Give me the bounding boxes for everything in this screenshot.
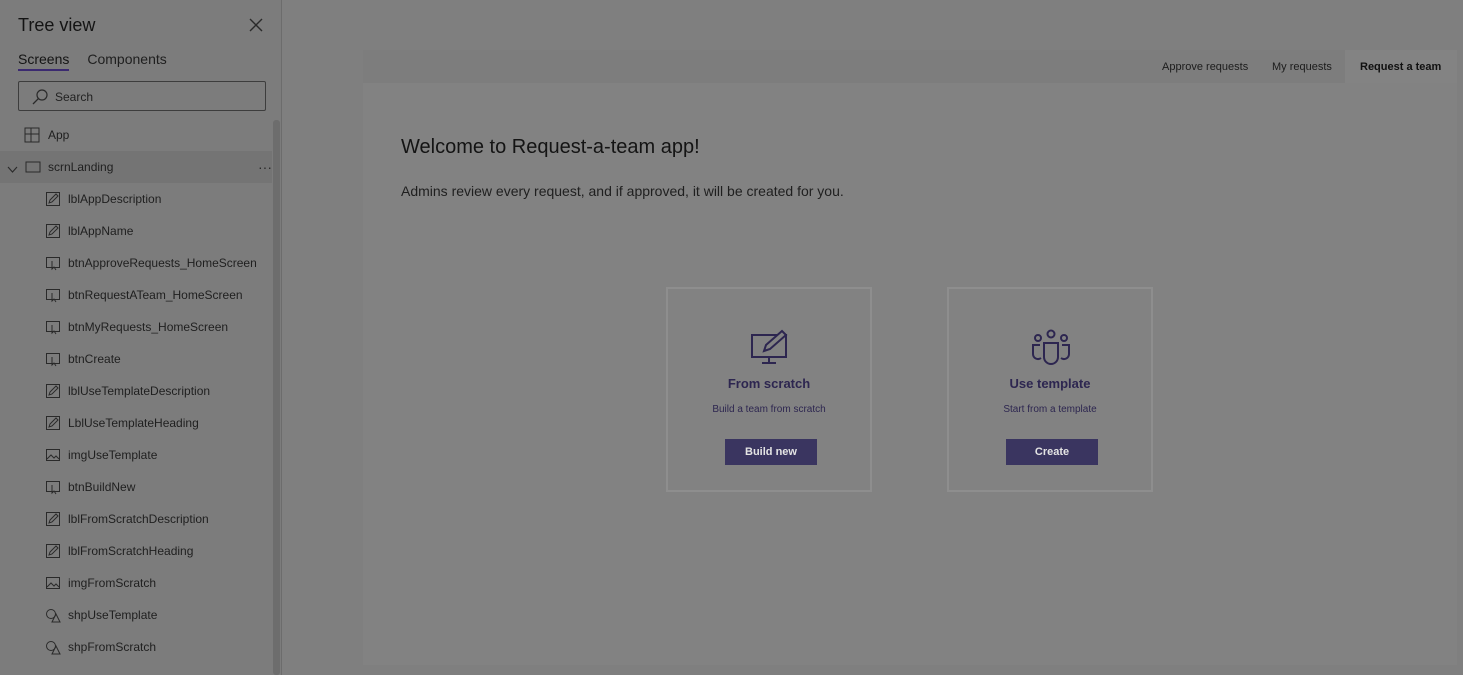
button-icon — [45, 255, 61, 271]
tree-item-label: lblFromScratchDescription — [68, 512, 209, 526]
pen-monitor-icon — [750, 329, 790, 365]
tree-item-label: lblAppDescription — [68, 192, 162, 206]
tree-item-label: App — [48, 128, 70, 142]
from-scratch-heading: From scratch — [727, 376, 811, 391]
tree-item-label: lblUseTemplateDescription — [68, 384, 211, 398]
tree-item-label: LblUseTemplateHeading — [68, 416, 199, 430]
tree-item-label: lblFromScratchHeading — [68, 544, 194, 558]
shape-icon — [45, 639, 61, 655]
welcome-description: Admins review every request, and if appr… — [401, 183, 844, 199]
nav-approve-requests[interactable]: Approve requests — [1162, 61, 1248, 73]
label-icon — [45, 191, 61, 207]
tree-item-control[interactable]: btnBuildNew — [0, 471, 272, 503]
search-box — [18, 81, 266, 111]
tree-list: App scrnLanding ··· lblAppDescription lb… — [0, 119, 272, 663]
shape-icon — [45, 607, 61, 623]
tree-item-label: btnMyRequests_HomeScreen — [68, 320, 229, 334]
tree-item-label: btnCreate — [68, 352, 121, 366]
button-icon — [45, 319, 61, 335]
tree-item-label: shpFromScratch — [68, 640, 157, 654]
app-icon — [24, 127, 40, 143]
image-icon — [45, 447, 61, 463]
tree-item-label: btnApproveRequests_HomeScreen — [68, 256, 257, 270]
search-icon — [31, 88, 49, 106]
tree-item-control[interactable]: btnCreate — [0, 343, 272, 375]
app-navbar: Approve requests My requests Request a t… — [363, 50, 1457, 83]
tree-item-label: shpUseTemplate — [68, 608, 158, 622]
use-template-card: Use template Start from a template Creat… — [947, 287, 1153, 492]
tree-view-panel: Tree view Screens Components App sc — [0, 0, 282, 675]
tree-item-control[interactable]: lblAppName — [0, 215, 272, 247]
tab-screens[interactable]: Screens — [18, 51, 70, 71]
label-icon — [45, 543, 61, 559]
nav-my-requests[interactable]: My requests — [1272, 61, 1332, 73]
button-icon — [45, 479, 61, 495]
tree-item-label: btnRequestATeam_HomeScreen — [68, 288, 243, 302]
tab-components[interactable]: Components — [87, 51, 166, 71]
tree-item-control[interactable]: imgUseTemplate — [0, 439, 272, 471]
label-icon — [45, 383, 61, 399]
tree-item-control[interactable]: shpFromScratch — [0, 631, 272, 663]
use-template-description: Start from a template — [1003, 404, 1097, 415]
create-button[interactable]: Create — [1006, 439, 1098, 465]
tree-item-control[interactable]: imgFromScratch — [0, 567, 272, 599]
nav-request-a-team[interactable]: Request a team — [1360, 61, 1441, 73]
chevron-down-icon[interactable] — [7, 162, 18, 173]
label-icon — [45, 415, 61, 431]
label-icon — [45, 223, 61, 239]
tree-item-control[interactable]: lblFromScratchHeading — [0, 535, 272, 567]
tree-item-control[interactable]: btnApproveRequests_HomeScreen — [0, 247, 272, 279]
tree-item-label: btnBuildNew — [68, 480, 136, 494]
tree-item-screen[interactable]: scrnLanding ··· — [0, 151, 272, 183]
tree-view-tabs: Screens Components — [18, 51, 185, 71]
tree-item-label: lblAppName — [68, 224, 134, 238]
tree-item-label: imgFromScratch — [68, 576, 157, 590]
tree-item-control[interactable]: lblUseTemplateDescription — [0, 375, 272, 407]
tree-item-control[interactable]: btnRequestATeam_HomeScreen — [0, 279, 272, 311]
more-options-icon[interactable]: ··· — [258, 159, 272, 175]
from-scratch-card: From scratch Build a team from scratch B… — [666, 287, 872, 492]
tree-item-control[interactable]: LblUseTemplateHeading — [0, 407, 272, 439]
use-template-heading: Use template — [1009, 376, 1091, 391]
app-canvas: Approve requests My requests Request a t… — [363, 50, 1457, 665]
tree-item-control[interactable]: btnMyRequests_HomeScreen — [0, 311, 272, 343]
label-icon — [45, 511, 61, 527]
button-icon — [45, 287, 61, 303]
tree-item-control[interactable]: lblFromScratchDescription — [0, 503, 272, 535]
tree-item-label: imgUseTemplate — [68, 448, 158, 462]
tree-item-app[interactable]: App — [0, 119, 272, 151]
tree-item-label: scrnLanding — [48, 160, 114, 174]
search-input[interactable] — [55, 88, 255, 105]
close-icon[interactable] — [248, 17, 264, 33]
image-icon — [45, 575, 61, 591]
team-people-icon — [1031, 329, 1071, 365]
tree-view-title: Tree view — [18, 15, 96, 35]
tree-item-control[interactable]: lblAppDescription — [0, 183, 272, 215]
from-scratch-description: Build a team from scratch — [712, 404, 826, 415]
build-new-button[interactable]: Build new — [725, 439, 817, 465]
tree-item-control[interactable]: shpUseTemplate — [0, 599, 272, 631]
tree-scrollbar[interactable] — [273, 120, 280, 675]
welcome-title: Welcome to Request-a-team app! — [401, 136, 700, 158]
button-icon — [45, 351, 61, 367]
screen-icon — [25, 159, 41, 175]
